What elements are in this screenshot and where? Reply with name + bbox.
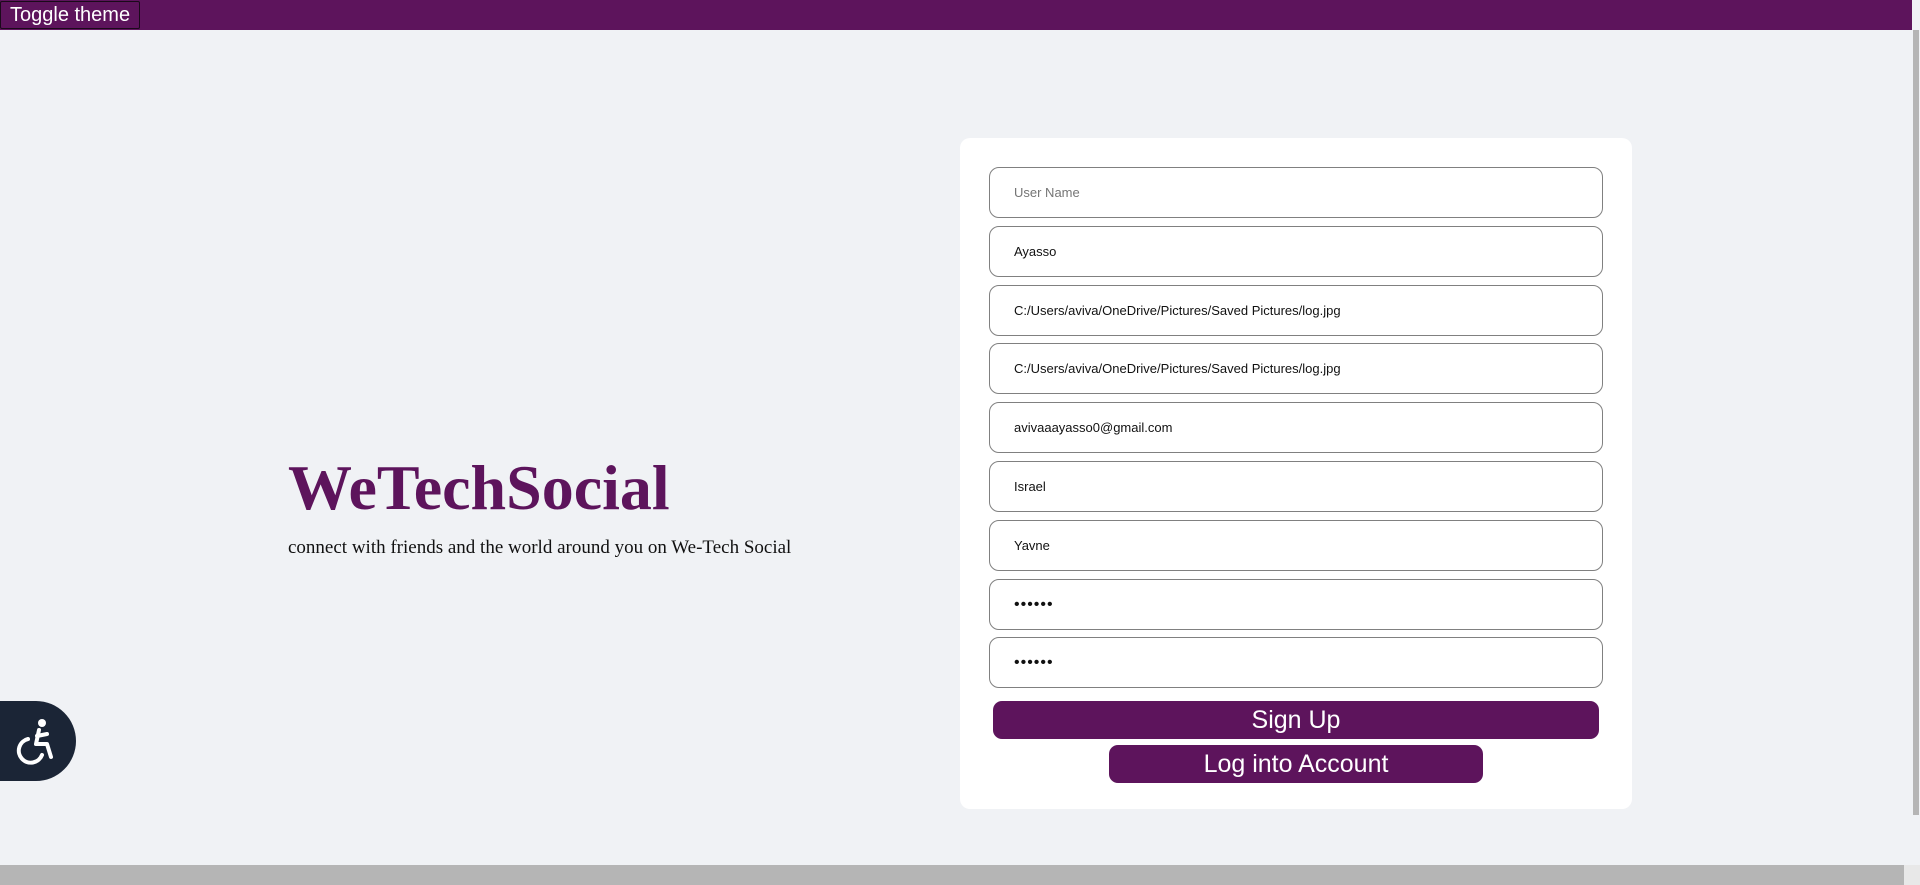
brand-tagline: connect with friends and the world aroun… [288, 537, 792, 558]
cover-picture-input[interactable] [989, 343, 1603, 394]
signup-card: Sign Up Log into Account [960, 138, 1632, 809]
vertical-scrollbar[interactable] [1912, 0, 1920, 815]
name-input[interactable] [989, 226, 1603, 277]
toggle-theme-button[interactable]: Toggle theme [0, 1, 141, 29]
accessibility-button[interactable] [0, 701, 76, 781]
confirm-password-input[interactable] [989, 637, 1603, 688]
accessibility-icon [16, 719, 53, 765]
username-input[interactable] [989, 167, 1603, 218]
sign-up-button[interactable]: Sign Up [993, 701, 1599, 739]
top-bar: Toggle theme [0, 0, 1920, 30]
horizontal-scrollbar-thumb[interactable] [0, 865, 1904, 885]
vertical-scrollbar-thumb[interactable] [1913, 30, 1919, 815]
horizontal-scrollbar[interactable] [0, 865, 1920, 885]
profile-picture-input[interactable] [989, 285, 1603, 336]
country-input[interactable] [989, 461, 1603, 512]
brand-title: WeTechSocial [288, 452, 670, 523]
city-input[interactable] [989, 520, 1603, 571]
password-input[interactable] [989, 579, 1603, 630]
log-into-account-button[interactable]: Log into Account [1109, 745, 1483, 783]
email-input[interactable] [989, 402, 1603, 453]
